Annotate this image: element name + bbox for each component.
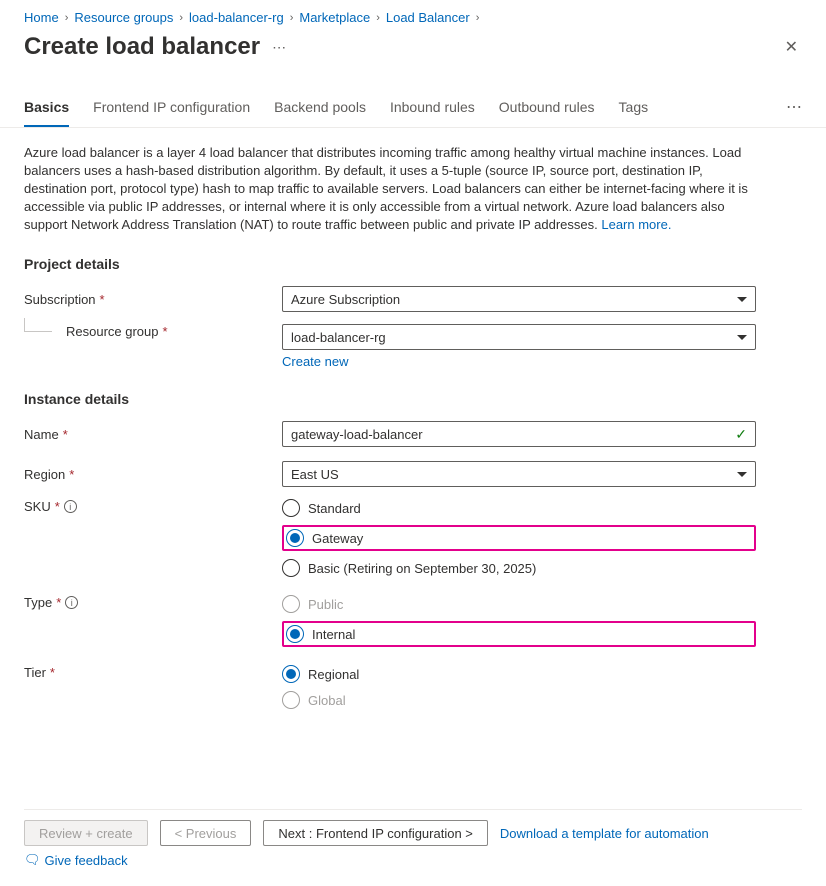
breadcrumb: Home › Resource groups › load-balancer-r… [0,0,826,25]
tab-backend-pools[interactable]: Backend pools [274,99,366,125]
chevron-right-icon: › [376,12,380,24]
name-input[interactable]: gateway-load-balancer ✓ [282,421,756,447]
content: Azure load balancer is a layer 4 load ba… [0,128,780,709]
region-select[interactable]: East US [282,461,756,487]
previous-button: < Previous [160,820,252,846]
chevron-right-icon: › [290,12,294,24]
intro-text: Azure load balancer is a layer 4 load ba… [24,144,756,234]
resource-group-select[interactable]: load-balancer-rg [282,324,756,350]
breadcrumb-resource-groups[interactable]: Resource groups [74,10,173,25]
learn-more-link[interactable]: Learn more. [601,217,671,232]
tab-inbound-rules[interactable]: Inbound rules [390,99,475,125]
page-header: Create load balancer ⋯ ✕ [0,25,826,61]
review-create-button: Review + create [24,820,148,846]
give-feedback-link[interactable]: Give feedback [45,853,128,868]
footer: Review + create < Previous Next : Fronte… [0,809,826,868]
next-button[interactable]: Next : Frontend IP configuration > [263,820,488,846]
tier-global-radio: Global [282,691,756,709]
tabs-more-icon[interactable]: ⋯ [786,97,802,127]
tab-outbound-rules[interactable]: Outbound rules [499,99,595,125]
chevron-right-icon: › [476,12,480,24]
breadcrumb-home[interactable]: Home [24,10,59,25]
check-icon: ✓ [735,426,747,443]
info-icon[interactable]: i [65,596,78,609]
tabs: Basics Frontend IP configuration Backend… [0,61,826,128]
type-public-radio: Public [282,595,756,613]
breadcrumb-marketplace[interactable]: Marketplace [299,10,370,25]
sku-gateway-radio[interactable]: Gateway [282,525,756,551]
download-template-link[interactable]: Download a template for automation [500,826,709,841]
tier-label: Tier* [24,665,282,680]
more-icon[interactable]: ⋯ [272,39,286,56]
chevron-right-icon: › [65,12,69,24]
section-instance-details: Instance details [24,391,756,407]
type-label: Type* i [24,595,282,610]
info-icon[interactable]: i [64,500,77,513]
type-internal-radio[interactable]: Internal [282,621,756,647]
type-radio-group: Public Internal [282,595,756,647]
breadcrumb-rg[interactable]: load-balancer-rg [189,10,284,25]
resource-group-label: Resource group* [24,324,282,339]
tab-tags[interactable]: Tags [619,99,649,125]
create-new-rg-link[interactable]: Create new [282,354,348,369]
sku-radio-group: Standard Gateway Basic (Retiring on Sept… [282,499,756,577]
sku-label: SKU* i [24,499,282,514]
name-label: Name* [24,427,282,442]
subscription-select[interactable]: Azure Subscription [282,286,756,312]
tab-frontend-ip[interactable]: Frontend IP configuration [93,99,250,125]
close-icon[interactable]: ✕ [781,33,802,61]
tab-basics[interactable]: Basics [24,99,69,127]
breadcrumb-load-balancer[interactable]: Load Balancer [386,10,470,25]
subscription-label: Subscription* [24,292,282,307]
tier-radio-group: Regional Global [282,665,756,709]
section-project-details: Project details [24,256,756,272]
page-title: Create load balancer [24,33,260,61]
feedback-icon: 🗨 [24,852,41,868]
sku-basic-radio[interactable]: Basic (Retiring on September 30, 2025) [282,559,756,577]
sku-standard-radio[interactable]: Standard [282,499,756,517]
chevron-right-icon: › [179,12,183,24]
region-label: Region* [24,467,282,482]
tier-regional-radio[interactable]: Regional [282,665,756,683]
